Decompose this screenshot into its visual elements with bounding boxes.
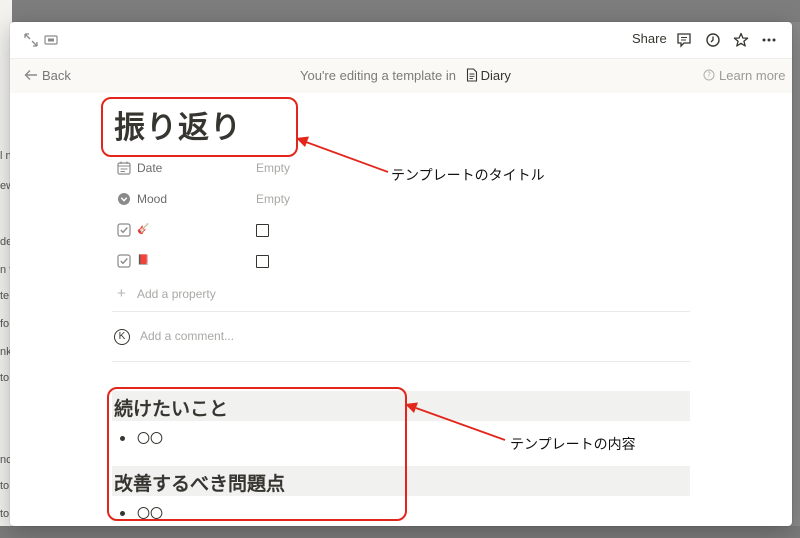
content-annotation-label: テンプレートの内容 (510, 437, 636, 453)
title-arrow-line (305, 141, 389, 173)
title-annotation-label: テンプレートのタイトル (391, 168, 545, 184)
content-arrowhead (405, 402, 418, 413)
annotation-arrows (296, 136, 506, 441)
content-arrow-line (415, 407, 506, 441)
